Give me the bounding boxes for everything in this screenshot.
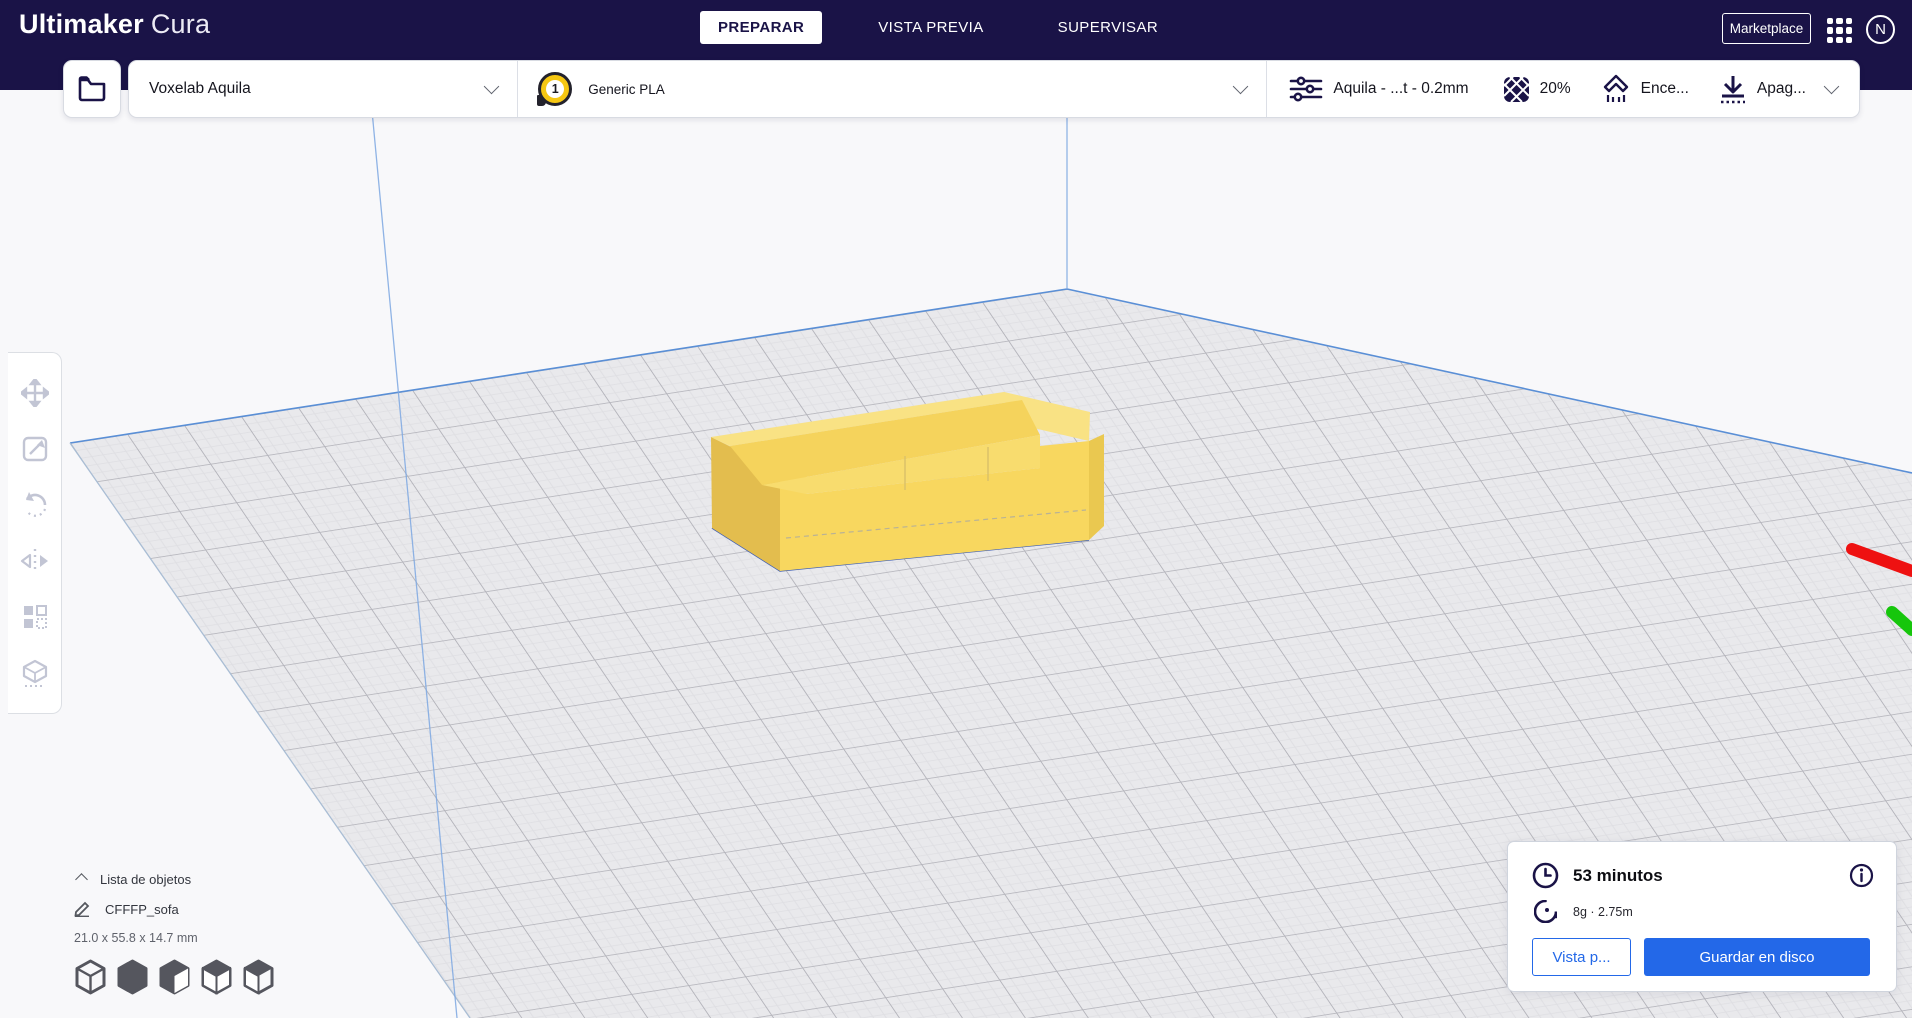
infill-value: 20% [1539, 80, 1571, 97]
support-blocker-icon [22, 659, 47, 687]
folder-icon [78, 76, 106, 102]
spool-icon [1534, 900, 1557, 923]
extruder-icon: 1 [537, 72, 573, 106]
scale-icon [22, 436, 47, 462]
view-right-icon[interactable] [242, 959, 275, 995]
support-blocker-tool[interactable] [18, 656, 52, 690]
adhesion-value: Apag... [1756, 80, 1806, 97]
sliders-icon [1289, 74, 1323, 104]
print-settings-selector[interactable]: Aquila - ...t - 0.2mm 20% Ence... Apag..… [1266, 61, 1859, 117]
object-list-title: Lista de objetos [100, 872, 192, 887]
configuration-bar: Voxelab Aquila 1 Generic PLA Aquila - ..… [128, 60, 1860, 118]
app-logo: Ultimaker Cura [19, 9, 210, 40]
print-summary-panel: 53 minutos 8g · 2.75m Vista p... Guardar… [1507, 841, 1897, 992]
tab-preview[interactable]: VISTA PREVIA [860, 11, 1001, 44]
mirror-icon [20, 549, 48, 573]
chevron-up-icon [75, 873, 88, 886]
move-icon [20, 379, 49, 407]
logo-cura: Cura [150, 9, 211, 39]
view-left-icon[interactable] [200, 959, 233, 995]
logo-ultimaker: Ultimaker [19, 9, 144, 39]
tool-panel [8, 352, 62, 714]
marketplace-button[interactable]: Marketplace [1722, 13, 1811, 44]
support-icon [1601, 74, 1631, 104]
object-name: CFFFP_sofa [105, 901, 179, 917]
view-top-icon[interactable] [158, 959, 191, 995]
print-time: 53 minutos [1573, 865, 1663, 885]
object-list-toggle[interactable]: Lista de objetos [74, 872, 275, 887]
tab-monitor[interactable]: SUPERVISAR [1040, 11, 1176, 44]
infill-icon [1502, 75, 1530, 103]
preview-button[interactable]: Vista p... [1532, 938, 1631, 976]
move-tool[interactable] [18, 376, 52, 410]
grid-apps-icon[interactable] [1827, 18, 1852, 43]
mirror-tool[interactable] [18, 544, 52, 578]
material-name: Generic PLA [588, 81, 665, 97]
view-3d-icon[interactable] [74, 959, 107, 995]
printer-selector[interactable]: Voxelab Aquila [129, 61, 517, 117]
rotate-icon [25, 492, 46, 517]
tab-prepare[interactable]: PREPARAR [700, 11, 823, 44]
camera-view-presets [74, 959, 275, 995]
model-dimensions: 21.0 x 55.8 x 14.7 mm [74, 931, 198, 945]
support-value: Ence... [1640, 80, 1689, 97]
scale-tool[interactable] [18, 432, 52, 466]
open-file-button[interactable] [63, 60, 121, 118]
rotate-tool[interactable] [18, 488, 52, 522]
clock-icon [1532, 862, 1559, 889]
save-to-disk-button[interactable]: Guardar en disco [1644, 938, 1870, 976]
info-icon[interactable] [1849, 863, 1874, 888]
material-usage: 8g · 2.75m [1573, 904, 1633, 919]
per-model-settings-icon [23, 605, 47, 629]
printer-name: Voxelab Aquila [149, 80, 251, 97]
chevron-down-icon [483, 78, 500, 94]
pencil-icon [74, 901, 90, 917]
per-model-settings-tool[interactable] [18, 600, 52, 634]
object-list: Lista de objetos CFFFP_sofa 21.0 x 55.8 … [74, 872, 275, 995]
material-selector[interactable]: 1 Generic PLA [517, 61, 1266, 117]
adhesion-icon [1719, 74, 1747, 104]
object-list-item[interactable]: CFFFP_sofa [74, 901, 275, 917]
view-front-icon[interactable] [116, 959, 149, 995]
chevron-down-icon [1233, 78, 1249, 94]
chevron-down-icon [1823, 78, 1840, 94]
stage-tabs: PREPARAR VISTA PREVIA SUPERVISAR [700, 11, 1176, 44]
avatar[interactable]: N [1866, 15, 1895, 44]
profile-summary: Aquila - ...t - 0.2mm [1333, 80, 1469, 97]
